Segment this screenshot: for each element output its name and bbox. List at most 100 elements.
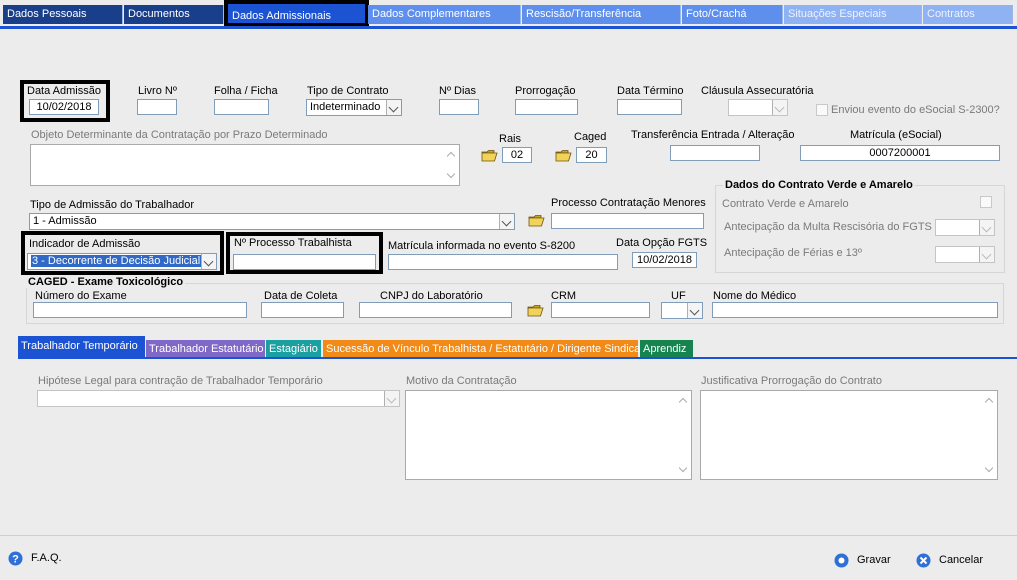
caged-input[interactable]: 20 bbox=[576, 147, 607, 163]
data-termino-input[interactable] bbox=[617, 99, 682, 115]
tipo-contrato-select[interactable]: Indeterminado bbox=[306, 99, 402, 116]
caged-label: Caged bbox=[574, 131, 607, 143]
gravar-button[interactable]: Gravar bbox=[857, 554, 891, 566]
tipo-admissao-select[interactable]: 1 - Admissão bbox=[29, 213, 515, 230]
data-termino-label: Data Término bbox=[617, 85, 684, 97]
help-icon[interactable]: ? bbox=[8, 551, 23, 566]
objeto-label: Objeto Determinante da Contratação por P… bbox=[31, 129, 328, 141]
folder-icon[interactable] bbox=[481, 149, 498, 162]
crm-label: CRM bbox=[551, 290, 577, 302]
subtab-sucessao-vinculo[interactable]: Sucessão de Vínculo Trabalhista / Estatu… bbox=[323, 340, 643, 358]
tipo-contrato-label: Tipo de Contrato bbox=[307, 85, 389, 97]
tab-label: Contratos bbox=[927, 8, 975, 20]
numero-exame-label: Número do Exame bbox=[35, 290, 127, 302]
folder-icon[interactable] bbox=[527, 304, 544, 317]
esocial-checkbox[interactable] bbox=[816, 104, 828, 116]
folha-input[interactable] bbox=[214, 99, 269, 115]
indicador-select[interactable]: 3 - Decorrente de Decisão Judicial bbox=[27, 253, 217, 270]
subtab-label: Trabalhador Temporário bbox=[21, 340, 138, 352]
subtab-label: Estagiário bbox=[269, 343, 318, 355]
prorrogacao-input[interactable] bbox=[515, 99, 578, 115]
subtab-trabalhador-temporario[interactable]: Trabalhador Temporário bbox=[18, 336, 145, 358]
matricula-s8200-input[interactable] bbox=[388, 254, 618, 270]
scroll-down-icon bbox=[678, 463, 688, 473]
matricula-label: Matrícula (eSocial) bbox=[850, 129, 942, 141]
data-coleta-label: Data de Coleta bbox=[264, 290, 338, 302]
indicador-value: 3 - Decorrente de Decisão Judicial bbox=[31, 255, 202, 267]
scroll-down-icon bbox=[446, 169, 456, 179]
subtab-label: Trabalhador Estatutário bbox=[149, 343, 264, 355]
numero-exame-input[interactable] bbox=[33, 302, 247, 318]
indicador-label: Indicador de Admissão bbox=[29, 238, 141, 250]
clausula-label: Cláusula Assecuratória bbox=[701, 85, 814, 97]
scroll-up-icon bbox=[984, 397, 994, 407]
data-admissao-input[interactable]: 10/02/2018 bbox=[29, 99, 99, 115]
folha-label: Folha / Ficha bbox=[214, 85, 278, 97]
faq-link[interactable]: F.A.Q. bbox=[31, 552, 62, 564]
tab-label: Situações Especiais bbox=[788, 8, 887, 20]
processo-menores-input[interactable] bbox=[551, 213, 704, 229]
data-coleta-input[interactable] bbox=[261, 302, 344, 318]
tab-dados-admissionais[interactable]: Dados Admissionais bbox=[224, 0, 369, 27]
livro-input[interactable] bbox=[137, 99, 177, 115]
caged-title: CAGED - Exame Toxicológico bbox=[26, 276, 186, 288]
folder-icon[interactable] bbox=[528, 214, 545, 227]
scrollbar[interactable] bbox=[445, 145, 459, 185]
chevron-down-icon bbox=[979, 247, 994, 262]
processo-trabalhista-input[interactable] bbox=[233, 254, 376, 270]
contrato-verde-amarelo-checkbox[interactable] bbox=[980, 196, 992, 208]
tab-situacoes-especiais[interactable]: Situações Especiais bbox=[784, 5, 922, 24]
verde-amarelo-title: Dados do Contrato Verde e Amarelo bbox=[723, 179, 915, 191]
ferias-label: Antecipação de Férias e 13º bbox=[724, 247, 862, 259]
objeto-textarea[interactable] bbox=[30, 144, 460, 186]
scrollbar[interactable] bbox=[983, 391, 997, 479]
crm-input[interactable] bbox=[551, 302, 650, 318]
contrato-verde-amarelo-label: Contrato Verde e Amarelo bbox=[722, 198, 849, 210]
chevron-down-icon bbox=[979, 220, 994, 235]
tab-label: Rescisão/Transferência bbox=[526, 8, 642, 20]
chevron-down-icon bbox=[386, 100, 401, 115]
data-fgts-input[interactable]: 10/02/2018 bbox=[632, 252, 697, 268]
svg-text:?: ? bbox=[12, 554, 19, 566]
uf-select[interactable] bbox=[661, 302, 703, 319]
scroll-up-icon bbox=[678, 397, 688, 407]
hipotese-label: Hipótese Legal para contração de Trabalh… bbox=[38, 375, 323, 387]
cnpj-laboratorio-input[interactable] bbox=[359, 302, 512, 318]
folder-icon[interactable] bbox=[555, 149, 572, 162]
tab-dados-pessoais[interactable]: Dados Pessoais bbox=[3, 5, 123, 24]
subtab-estagiario[interactable]: Estagiário bbox=[266, 340, 321, 358]
motivo-textarea[interactable] bbox=[405, 390, 692, 480]
subtab-aprendiz[interactable]: Aprendiz bbox=[640, 340, 693, 358]
hipotese-select[interactable] bbox=[37, 390, 400, 407]
matricula-s8200-label: Matrícula informada no evento S-8200 bbox=[388, 240, 576, 252]
prorrogacao-label: Prorrogação bbox=[515, 85, 576, 97]
tipo-contrato-value: Indeterminado bbox=[310, 101, 381, 113]
subtab-trabalhador-estatutario[interactable]: Trabalhador Estatutário bbox=[146, 340, 265, 358]
nome-medico-input[interactable] bbox=[712, 302, 998, 318]
scrollbar[interactable] bbox=[677, 391, 691, 479]
rais-input[interactable]: 02 bbox=[502, 147, 532, 163]
processo-menores-label: Processo Contratação Menores bbox=[551, 197, 706, 209]
chevron-down-icon bbox=[687, 303, 702, 318]
tipo-admissao-label: Tipo de Admissão do Trabalhador bbox=[30, 199, 195, 211]
justificativa-label: Justificativa Prorrogação do Contrato bbox=[701, 375, 882, 387]
tab-foto-cracha[interactable]: Foto/Crachá bbox=[682, 5, 783, 24]
tab-rescisao-transferencia[interactable]: Rescisão/Transferência bbox=[522, 5, 681, 24]
subtab-label: Aprendiz bbox=[643, 343, 687, 355]
esocial-label: Enviou evento do eSocial S-2300? bbox=[831, 104, 1000, 116]
dias-input[interactable] bbox=[439, 99, 479, 115]
cancelar-button[interactable]: Cancelar bbox=[939, 554, 983, 566]
ferias-select[interactable] bbox=[935, 246, 995, 263]
chevron-down-icon bbox=[201, 254, 216, 269]
livro-label: Livro Nº bbox=[138, 85, 177, 97]
multa-select[interactable] bbox=[935, 219, 995, 236]
scroll-up-icon bbox=[446, 151, 456, 161]
justificativa-textarea[interactable] bbox=[700, 390, 998, 480]
tab-documentos[interactable]: Documentos bbox=[124, 5, 224, 24]
tab-contratos[interactable]: Contratos bbox=[923, 5, 1013, 24]
transferencia-input[interactable] bbox=[670, 145, 760, 161]
matricula-input[interactable]: 0007200001 bbox=[800, 145, 1000, 161]
data-fgts-label: Data Opção FGTS bbox=[616, 237, 708, 249]
tab-dados-complementares[interactable]: Dados Complementares bbox=[368, 5, 521, 24]
clausula-select[interactable] bbox=[728, 99, 788, 116]
